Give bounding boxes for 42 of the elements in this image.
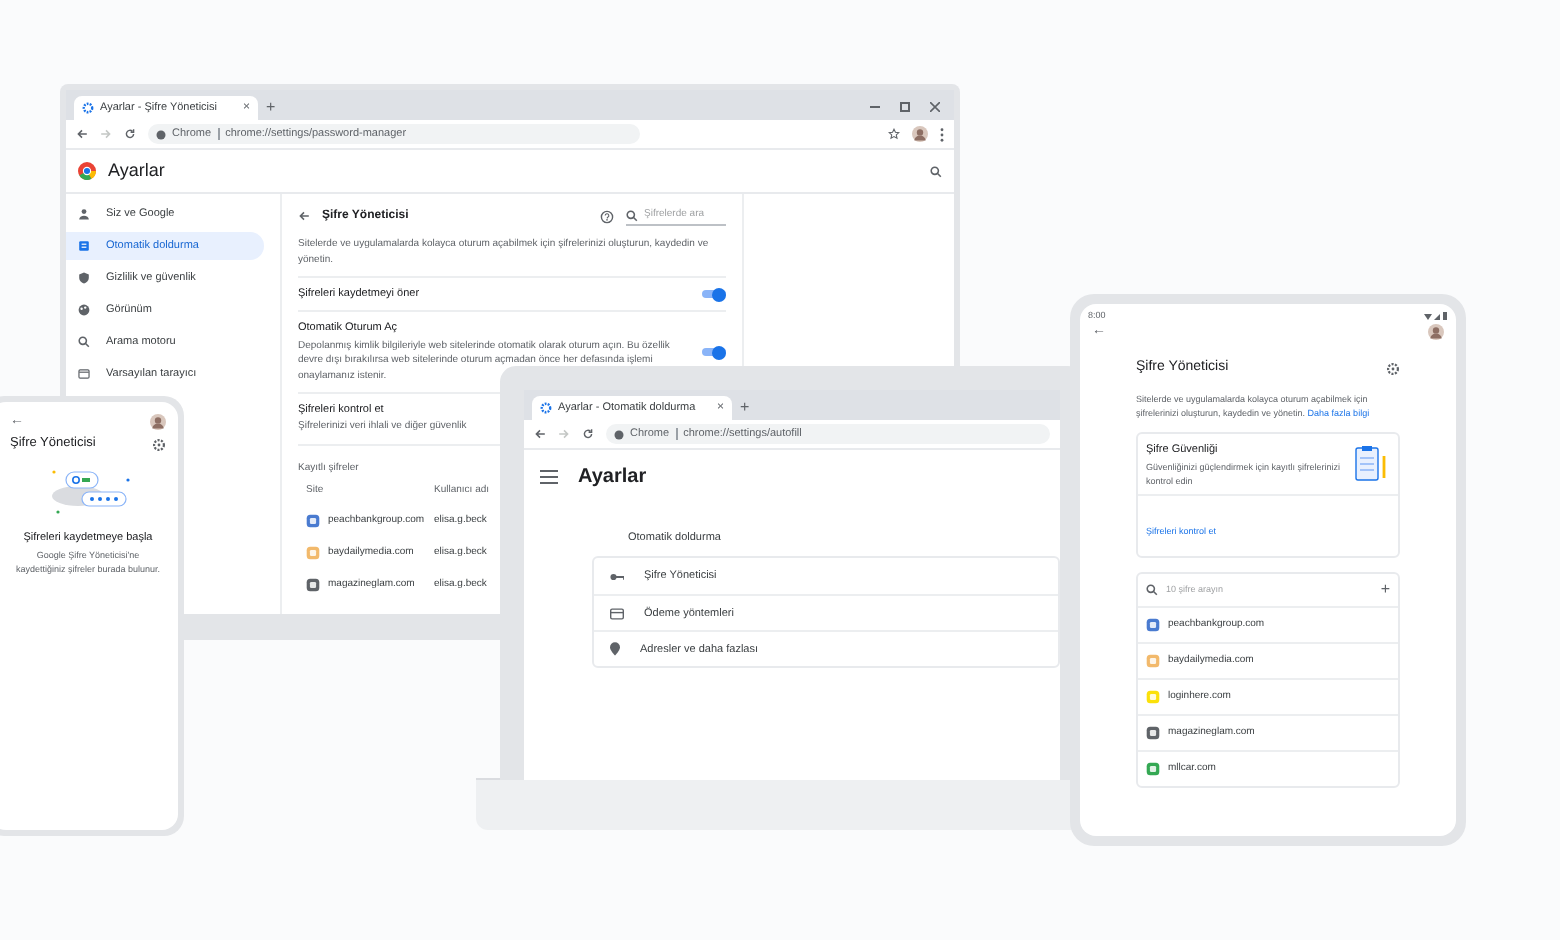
reload-icon[interactable] — [582, 428, 594, 440]
new-tab-button[interactable]: + — [266, 96, 276, 120]
person-icon — [78, 208, 90, 220]
avatar-icon[interactable] — [150, 414, 166, 430]
palette-icon — [78, 304, 90, 316]
key-icon — [610, 571, 624, 582]
maximize-icon[interactable] — [900, 102, 910, 112]
settings-title: Ayarlar — [578, 463, 647, 491]
back-icon[interactable] — [534, 428, 546, 440]
card-icon — [610, 607, 624, 620]
settings-icon[interactable] — [1386, 361, 1400, 376]
toggle-switch[interactable] — [702, 345, 726, 360]
avatar-icon[interactable] — [1428, 324, 1444, 340]
search-icon — [78, 336, 90, 348]
location-pin-icon — [610, 642, 620, 657]
add-button[interactable]: + — [1380, 578, 1390, 603]
clipboard-pencil-icon — [1354, 444, 1390, 485]
menu-icon[interactable] — [940, 127, 945, 141]
new-tab-button[interactable]: + — [740, 396, 750, 420]
back-icon[interactable] — [76, 128, 88, 140]
bookmark-star-icon[interactable] — [888, 128, 901, 140]
search-icon — [626, 209, 638, 221]
reload-icon[interactable] — [124, 128, 136, 140]
search-icon — [1146, 584, 1158, 597]
document-icon — [78, 240, 90, 252]
info-icon[interactable] — [614, 429, 624, 439]
info-icon[interactable] — [156, 129, 166, 139]
menu-icon[interactable] — [540, 469, 558, 483]
browser-icon — [78, 368, 90, 380]
avatar-icon[interactable] — [912, 126, 929, 142]
back-icon[interactable] — [298, 210, 310, 222]
search-icon[interactable] — [930, 165, 942, 177]
help-icon[interactable] — [600, 209, 614, 223]
browser-logo-icon — [78, 162, 96, 180]
settings-icon[interactable] — [82, 102, 94, 114]
toggle-switch[interactable] — [702, 287, 726, 302]
shield-icon — [78, 272, 90, 284]
settings-title: Ayarlar — [108, 157, 165, 184]
status-icons-icon — [1424, 312, 1448, 320]
close-icon[interactable] — [930, 102, 940, 112]
settings-icon[interactable] — [540, 402, 552, 414]
settings-icon[interactable] — [152, 437, 166, 451]
